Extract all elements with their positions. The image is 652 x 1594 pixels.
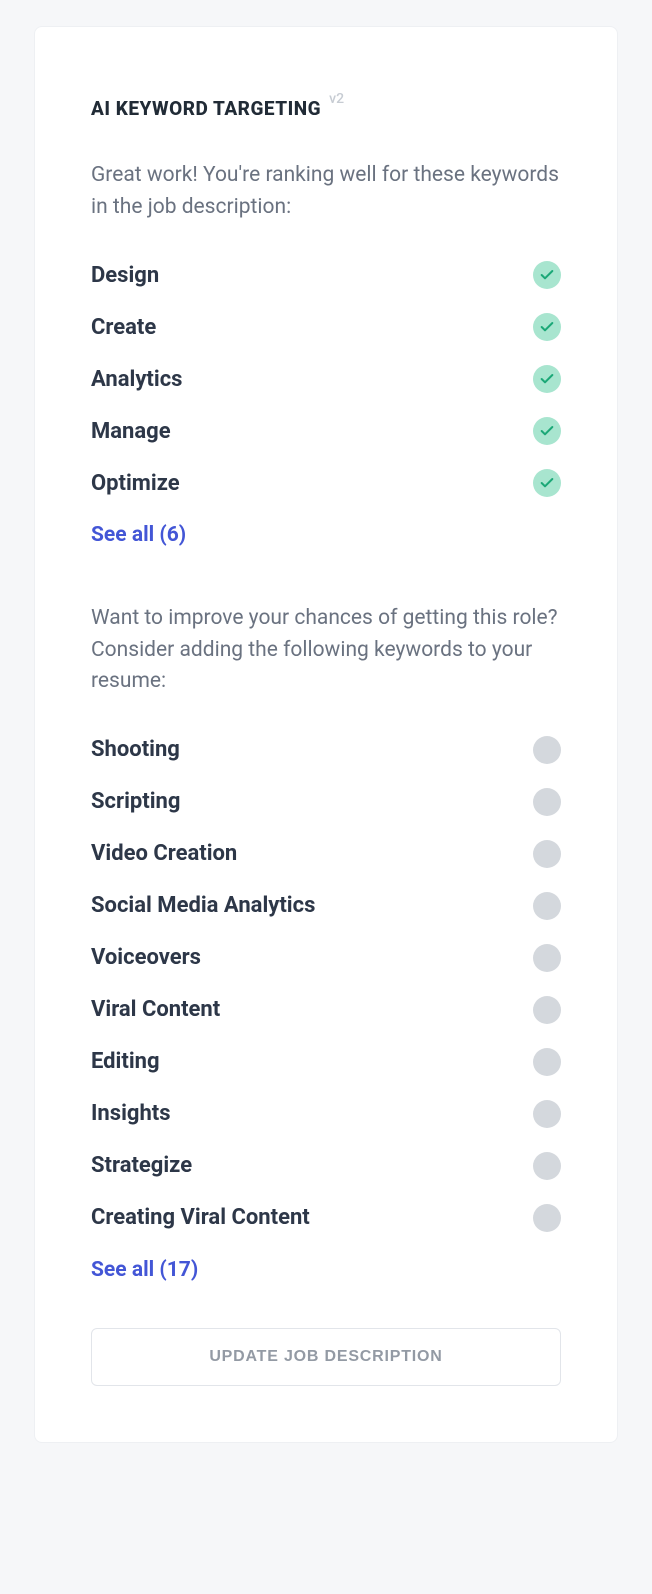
keyword-label: Editing (91, 1049, 160, 1074)
keyword-label: Manage (91, 419, 171, 444)
keyword-row: Voiceovers (91, 940, 561, 976)
keyword-label: Social Media Analytics (91, 893, 315, 918)
keyword-label: Strategize (91, 1153, 192, 1178)
version-badge: v2 (329, 91, 344, 107)
keyword-row: Insights (91, 1096, 561, 1132)
keyword-row: Editing (91, 1044, 561, 1080)
keyword-row: Manage (91, 413, 561, 449)
keyword-row: Create (91, 309, 561, 345)
check-icon (533, 365, 561, 393)
dot-icon (533, 736, 561, 764)
keyword-row: Shooting (91, 732, 561, 768)
keyword-label: Viral Content (91, 997, 220, 1022)
keyword-row: Creating Viral Content (91, 1200, 561, 1236)
dot-icon (533, 1204, 561, 1232)
keyword-row: Optimize (91, 465, 561, 501)
dot-icon (533, 1100, 561, 1128)
check-icon (533, 417, 561, 445)
keyword-row: Design (91, 257, 561, 293)
check-icon (533, 261, 561, 289)
see-all-ranking-link[interactable]: See all (6) (91, 523, 186, 547)
card-header: AI KEYWORD TARGETING v2 (91, 97, 561, 120)
keyword-row: Strategize (91, 1148, 561, 1184)
dot-icon (533, 996, 561, 1024)
keyword-label: Voiceovers (91, 945, 201, 970)
dot-icon (533, 1048, 561, 1076)
keyword-label: Video Creation (91, 841, 237, 866)
suggested-intro: Want to improve your chances of getting … (91, 603, 561, 698)
check-icon (533, 313, 561, 341)
keyword-label: Create (91, 315, 156, 340)
keyword-label: Scripting (91, 789, 180, 814)
keyword-row: Video Creation (91, 836, 561, 872)
keyword-label: Insights (91, 1101, 171, 1126)
dot-icon (533, 840, 561, 868)
check-icon (533, 469, 561, 497)
see-all-suggested-link[interactable]: See all (17) (91, 1258, 198, 1282)
dot-icon (533, 944, 561, 972)
keyword-label: Design (91, 263, 159, 288)
keyword-label: Shooting (91, 737, 180, 762)
keyword-row: Analytics (91, 361, 561, 397)
keyword-row: Social Media Analytics (91, 888, 561, 924)
card-title: AI KEYWORD TARGETING (91, 97, 321, 120)
update-job-description-button[interactable]: UPDATE JOB DESCRIPTION (91, 1328, 561, 1386)
keyword-row: Viral Content (91, 992, 561, 1028)
keyword-label: Creating Viral Content (91, 1205, 310, 1230)
ranking-keyword-list: Design Create Analytics Manage Optimize (91, 257, 561, 501)
ranking-intro: Great work! You're ranking well for thes… (91, 160, 561, 223)
dot-icon (533, 1152, 561, 1180)
suggested-keyword-list: Shooting Scripting Video Creation Social… (91, 732, 561, 1236)
keyword-label: Optimize (91, 471, 180, 496)
keyword-row: Scripting (91, 784, 561, 820)
keyword-label: Analytics (91, 367, 182, 392)
dot-icon (533, 788, 561, 816)
dot-icon (533, 892, 561, 920)
keyword-targeting-card: AI KEYWORD TARGETING v2 Great work! You'… (34, 26, 618, 1443)
